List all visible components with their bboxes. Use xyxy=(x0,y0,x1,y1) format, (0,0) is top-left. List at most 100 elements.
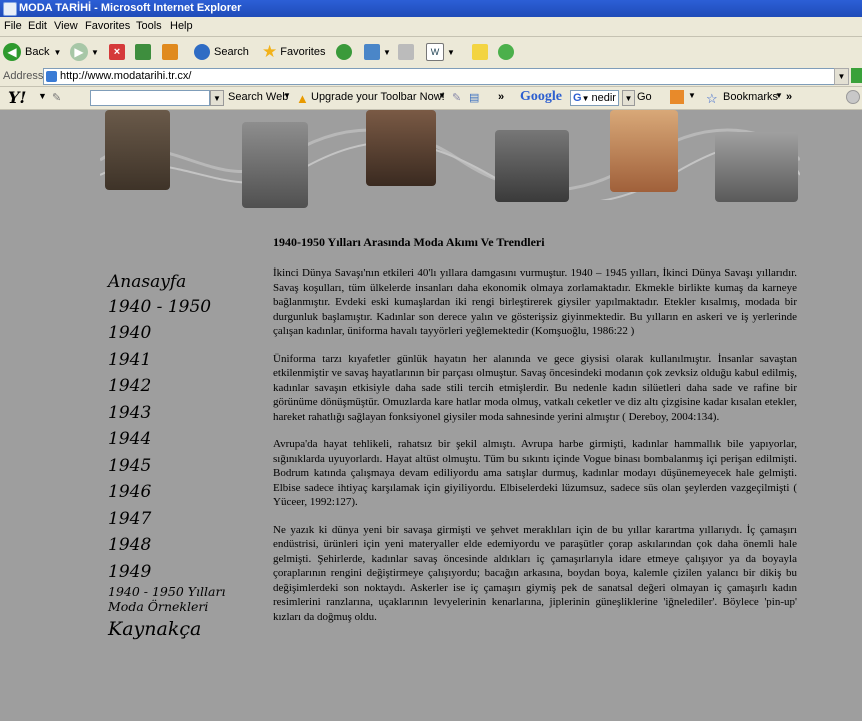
nav-moda-ornekleri[interactable]: 1940 - 1950 Yılları Moda Örnekleri xyxy=(108,584,248,614)
page-viewport: Anasayfa 1940 - 1950 1940 1941 1942 1943… xyxy=(0,110,862,721)
photo-woman-5 xyxy=(610,110,678,192)
bookmarks-button[interactable]: Bookmarks xyxy=(723,91,778,103)
nav-1947[interactable]: 1947 xyxy=(108,509,151,529)
chevron-down-icon: ▼ xyxy=(91,47,99,57)
nav-1949[interactable]: 1949 xyxy=(108,562,151,582)
edit-button[interactable]: W ▼ xyxy=(426,42,455,62)
photo-woman-2 xyxy=(242,122,308,208)
decorative-swirl xyxy=(100,128,800,200)
go-button[interactable] xyxy=(851,68,862,83)
google-search-input[interactable]: G ▼ nedir xyxy=(570,90,619,106)
article-paragraph: Üniforma tarzı kıyafetler günlük hayatın… xyxy=(273,352,797,423)
media-icon xyxy=(336,44,352,60)
upgrade-toolbar-button[interactable]: Upgrade your Toolbar Now! xyxy=(311,91,445,103)
messenger-icon xyxy=(498,44,514,60)
standard-toolbar: ◀ Back ▼ ▶ ▼ × Search ★ Favorites ▼ W ▼ xyxy=(0,37,862,68)
chevron-down-icon[interactable]: ▼ xyxy=(775,91,783,100)
search-button[interactable]: Search xyxy=(194,42,249,62)
yahoo-toolbar: Y! ▼ ✎ ▼ Search Web ▼ ▲ Upgrade your Too… xyxy=(0,87,862,110)
menu-file[interactable]: File xyxy=(4,20,22,32)
search-icon xyxy=(194,44,210,60)
nav-1940[interactable]: 1940 xyxy=(108,323,151,343)
address-input[interactable]: http://www.modatarihi.tr.cx/ xyxy=(43,68,835,85)
google-go-button[interactable]: Go xyxy=(637,91,652,103)
chevron-down-icon[interactable]: ▼ xyxy=(283,91,291,100)
chevron-down-icon[interactable]: ▼ xyxy=(438,91,446,100)
more-chevron-icon[interactable]: » xyxy=(498,91,504,103)
search-history-dropdown[interactable]: ▼ xyxy=(210,90,224,106)
home-button[interactable] xyxy=(162,42,178,62)
pagerank-icon[interactable] xyxy=(670,90,684,104)
discuss-button[interactable] xyxy=(472,42,488,62)
nav-1945[interactable]: 1945 xyxy=(108,456,151,476)
bookmarks-star-icon: ☆ xyxy=(706,91,718,106)
highlight-icon[interactable]: ✎ xyxy=(452,91,461,104)
more-chevron-icon[interactable]: » xyxy=(786,91,792,103)
address-dropdown-button[interactable]: ▼ xyxy=(834,68,849,85)
google-dropdown[interactable]: ▼ xyxy=(622,90,635,106)
nav-1948[interactable]: 1948 xyxy=(108,535,151,555)
print-button[interactable] xyxy=(398,42,414,62)
back-button[interactable]: ◀ Back ▼ xyxy=(3,42,61,62)
stop-icon: × xyxy=(109,44,125,60)
favorites-button[interactable]: ★ Favorites xyxy=(262,42,326,62)
star-icon: ★ xyxy=(262,42,278,61)
back-arrow-icon: ◀ xyxy=(3,43,21,61)
article-paragraph: Ne yazık ki dünya yeni bir savaşa girmiş… xyxy=(273,523,797,623)
menu-edit[interactable]: Edit xyxy=(28,20,47,32)
nav-1941[interactable]: 1941 xyxy=(108,350,151,370)
menu-bar: File Edit View Favorites Tools Help xyxy=(0,17,862,37)
photo-woman-4 xyxy=(495,130,569,202)
article-title: 1940-1950 Yılları Arasında Moda Akımı Ve… xyxy=(273,235,545,249)
pencil-icon[interactable]: ✎ xyxy=(52,91,61,104)
ie-icon xyxy=(3,2,17,16)
google-query: nedir xyxy=(591,92,616,104)
stop-button[interactable]: × xyxy=(109,42,125,62)
chevron-down-icon[interactable]: ▼ xyxy=(38,91,47,101)
page-icon xyxy=(46,71,57,82)
chevron-down-icon: ▼ xyxy=(581,93,590,103)
nav-kaynakca[interactable]: Kaynakça xyxy=(108,618,201,640)
search-label: Search xyxy=(214,46,249,58)
google-logo: Google xyxy=(520,89,562,104)
photo-woman-1 xyxy=(105,110,170,190)
forward-arrow-icon: ▶ xyxy=(70,43,88,61)
history-button[interactable]: ▼ xyxy=(364,42,391,62)
nav-1943[interactable]: 1943 xyxy=(108,403,151,423)
window-title: MODA TARİHİ - Microsoft Internet Explore… xyxy=(19,2,242,14)
address-url: http://www.modatarihi.tr.cx/ xyxy=(60,70,192,82)
menu-tools[interactable]: Tools xyxy=(136,20,162,32)
article-content: 1940-1950 Yılları Arasında Moda Akımı Ve… xyxy=(273,235,797,637)
warning-icon: ▲ xyxy=(296,91,309,106)
chevron-down-icon[interactable]: ▼ xyxy=(688,91,696,100)
nav-1944[interactable]: 1944 xyxy=(108,429,151,449)
favorites-label: Favorites xyxy=(280,46,326,58)
address-bar: Address http://www.modatarihi.tr.cx/ ▼ xyxy=(0,67,862,87)
photo-woman-3 xyxy=(366,110,436,186)
forward-button[interactable]: ▶ ▼ xyxy=(70,42,99,62)
nav-1946[interactable]: 1946 xyxy=(108,482,151,502)
yahoo-search-input[interactable] xyxy=(90,90,210,106)
back-label: Back xyxy=(25,46,50,58)
toolbar-options-icon[interactable] xyxy=(846,90,860,104)
messenger-button[interactable] xyxy=(498,42,514,62)
search-web-button[interactable]: Search Web xyxy=(228,91,288,103)
layout-icon[interactable]: ▤ xyxy=(469,91,479,104)
menu-favorites[interactable]: Favorites xyxy=(85,20,130,32)
chevron-down-icon: ▼ xyxy=(447,47,455,57)
nav-1942[interactable]: 1942 xyxy=(108,376,151,396)
printer-icon xyxy=(398,44,414,60)
history-icon xyxy=(364,44,380,60)
google-g-icon: G xyxy=(573,92,582,104)
yahoo-logo[interactable]: Y! xyxy=(8,88,26,107)
refresh-button[interactable] xyxy=(135,42,151,62)
article-paragraph: Avrupa'da hayat tehlikeli, rahatsız bir … xyxy=(273,438,797,508)
address-label: Address xyxy=(3,70,44,82)
menu-help[interactable]: Help xyxy=(170,20,193,32)
nav-anasayfa[interactable]: Anasayfa xyxy=(108,272,186,292)
media-button[interactable] xyxy=(336,42,352,62)
window-title-bar: MODA TARİHİ - Microsoft Internet Explore… xyxy=(0,0,862,17)
home-icon xyxy=(162,44,178,60)
menu-view[interactable]: View xyxy=(54,20,78,32)
nav-1940-1950[interactable]: 1940 - 1950 xyxy=(108,297,211,317)
